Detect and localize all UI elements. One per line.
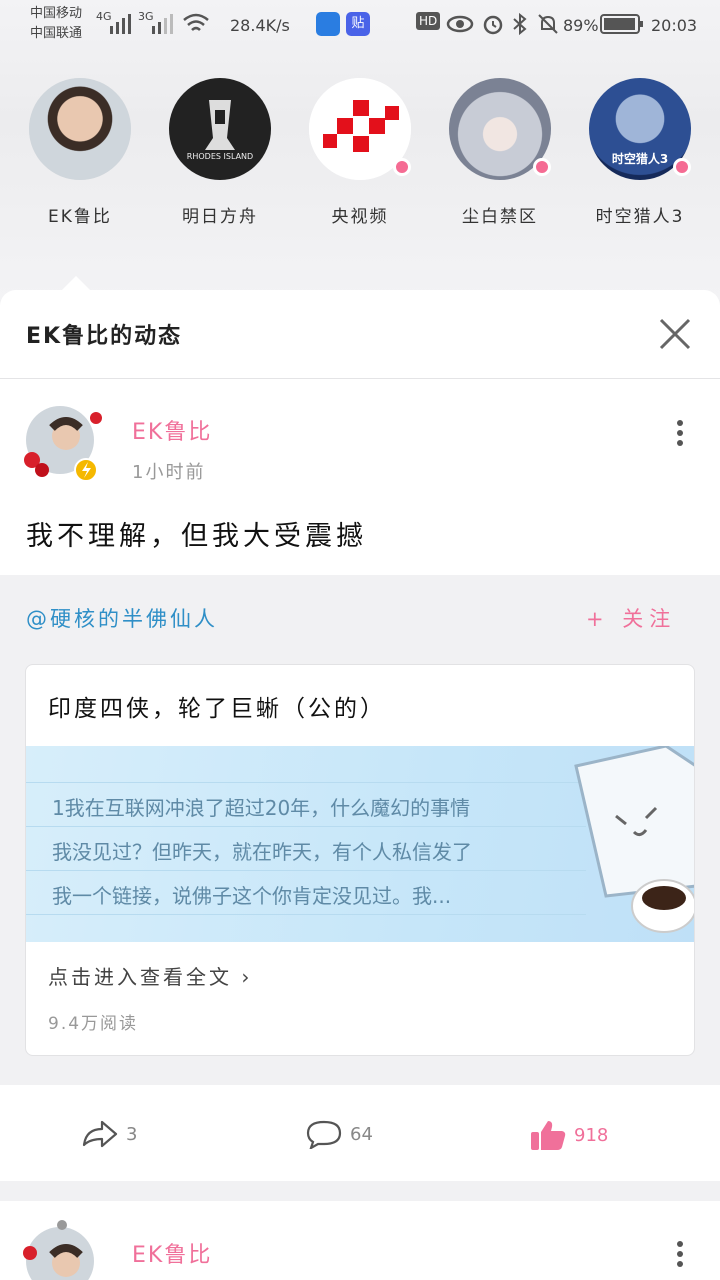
- share-count: 3: [126, 1123, 138, 1145]
- avatar: 时空猎人3: [589, 78, 691, 180]
- article-banner: 1我在互联网冲浪了超过20年，什么魔幻的事情 我没见过？但昨天，就在昨天，有个人…: [26, 746, 694, 942]
- clock: 20:03: [651, 16, 698, 35]
- banner-line: 我没见过？但昨天，就在昨天，有个人私信发了: [52, 840, 472, 864]
- wifi-icon: [183, 13, 209, 31]
- live-dot: [673, 158, 691, 176]
- rhodes-island-logo-icon: [205, 100, 235, 150]
- following-name: EK鲁比: [48, 207, 112, 227]
- follow-button[interactable]: + 关注: [586, 603, 676, 633]
- like-button[interactable]: 918: [530, 1119, 608, 1151]
- cartoon-mascot-icon: [574, 746, 694, 933]
- comment-button[interactable]: 64: [306, 1119, 373, 1149]
- carrier-info: 中国移动 中国联通: [30, 4, 82, 44]
- following-item-snowbreak[interactable]: 尘白禁区: [435, 78, 565, 227]
- following-name: 尘白禁区: [462, 207, 538, 227]
- avatar: [29, 78, 131, 180]
- following-item-time-hunter[interactable]: 时空猎人3 时空猎人3: [575, 78, 705, 227]
- comment-icon: [306, 1120, 342, 1149]
- following-name: 时空猎人3: [595, 207, 685, 227]
- close-icon[interactable]: [656, 314, 694, 354]
- carrier-2: 中国联通: [30, 26, 83, 41]
- read-count: 9.4万阅读: [48, 1014, 139, 1034]
- post-author-name[interactable]: EK鲁比: [132, 414, 212, 446]
- following-avatars-row: EK鲁比 RHODES ISLAND 明日方舟 央视频 尘白禁区 时空猎人3 时…: [0, 78, 720, 248]
- tieba-notification-icon: 贴: [346, 12, 370, 36]
- post-text: 我不理解，但我大受震撼: [26, 521, 367, 552]
- thumbs-up-icon: [531, 1121, 566, 1150]
- signal-icon: [110, 14, 131, 34]
- banner-line: 1我在互联网冲浪了超过20年，什么魔幻的事情: [52, 796, 471, 820]
- post-author-avatar[interactable]: [18, 398, 102, 482]
- following-name: 明日方舟: [182, 207, 258, 227]
- article-card[interactable]: 印度四侠，轮了巨蜥（公的） 1我在互联网冲浪了超过20年，什么魔幻的事情 我没见…: [25, 664, 695, 1056]
- banner-line: 我一个链接，说佛子这个你肯定没见过。我...: [52, 884, 452, 908]
- following-item-ek[interactable]: EK鲁比: [15, 78, 145, 227]
- battery-icon: [600, 14, 643, 34]
- net-speed: 28.4K/s: [230, 16, 290, 35]
- live-dot: [393, 158, 411, 176]
- banner-text: 1我在互联网冲浪了超过20年，什么魔幻的事情 我没见过？但昨天，就在昨天，有个人…: [52, 786, 472, 918]
- share-icon: [82, 1120, 118, 1148]
- avatar: [449, 78, 551, 180]
- read-full-link[interactable]: 点击进入查看全文 ›: [48, 961, 252, 990]
- following-item-cctv[interactable]: 央视频: [295, 78, 425, 227]
- live-dot: [533, 158, 551, 176]
- following-name: 央视频: [331, 207, 389, 227]
- following-item-arknights[interactable]: RHODES ISLAND 明日方舟: [155, 78, 285, 227]
- signal-icon-2: [152, 14, 173, 34]
- status-bar: 中国移动 中国联通 4G 3G 28.4K/s 贴 HD 89% 20:03: [0, 0, 720, 50]
- avatar-frame-icon: [24, 406, 102, 482]
- post-action-bar: 3 64 918: [0, 1085, 720, 1181]
- article-title: 印度四侠，轮了巨蜥（公的）: [48, 696, 386, 722]
- post-time: 1小时前: [132, 462, 206, 483]
- avatar: RHODES ISLAND: [169, 78, 271, 180]
- share-button[interactable]: 3: [82, 1119, 137, 1149]
- divider: [0, 378, 720, 379]
- sheet-title: EK鲁比的动态: [26, 324, 183, 349]
- comment-count: 64: [350, 1123, 373, 1145]
- app-notification-icon: [316, 12, 340, 36]
- sheet-pointer: [60, 276, 92, 292]
- banner-rule: [26, 782, 586, 783]
- hd-badge: HD: [416, 12, 441, 30]
- more-options-icon[interactable]: [668, 418, 692, 452]
- carrier-1: 中国移动: [30, 6, 83, 21]
- post-author-avatar-2[interactable]: [18, 1219, 102, 1280]
- avatar-logo-text: RHODES ISLAND: [186, 152, 254, 161]
- post-separator: [0, 1181, 720, 1201]
- mute-bell-icon: [538, 14, 558, 34]
- mention-link[interactable]: @硬核的半佛仙人: [26, 603, 218, 633]
- battery-percent: 89%: [563, 16, 599, 35]
- more-options-icon-2[interactable]: [668, 1239, 692, 1273]
- post-author-name-2[interactable]: EK鲁比: [132, 1237, 212, 1269]
- alarm-icon: [483, 15, 503, 35]
- like-count: 918: [574, 1124, 609, 1146]
- eye-icon: [446, 15, 474, 33]
- bluetooth-icon: [513, 12, 527, 36]
- avatar: [309, 78, 411, 180]
- next-post: EK鲁比: [0, 1201, 720, 1280]
